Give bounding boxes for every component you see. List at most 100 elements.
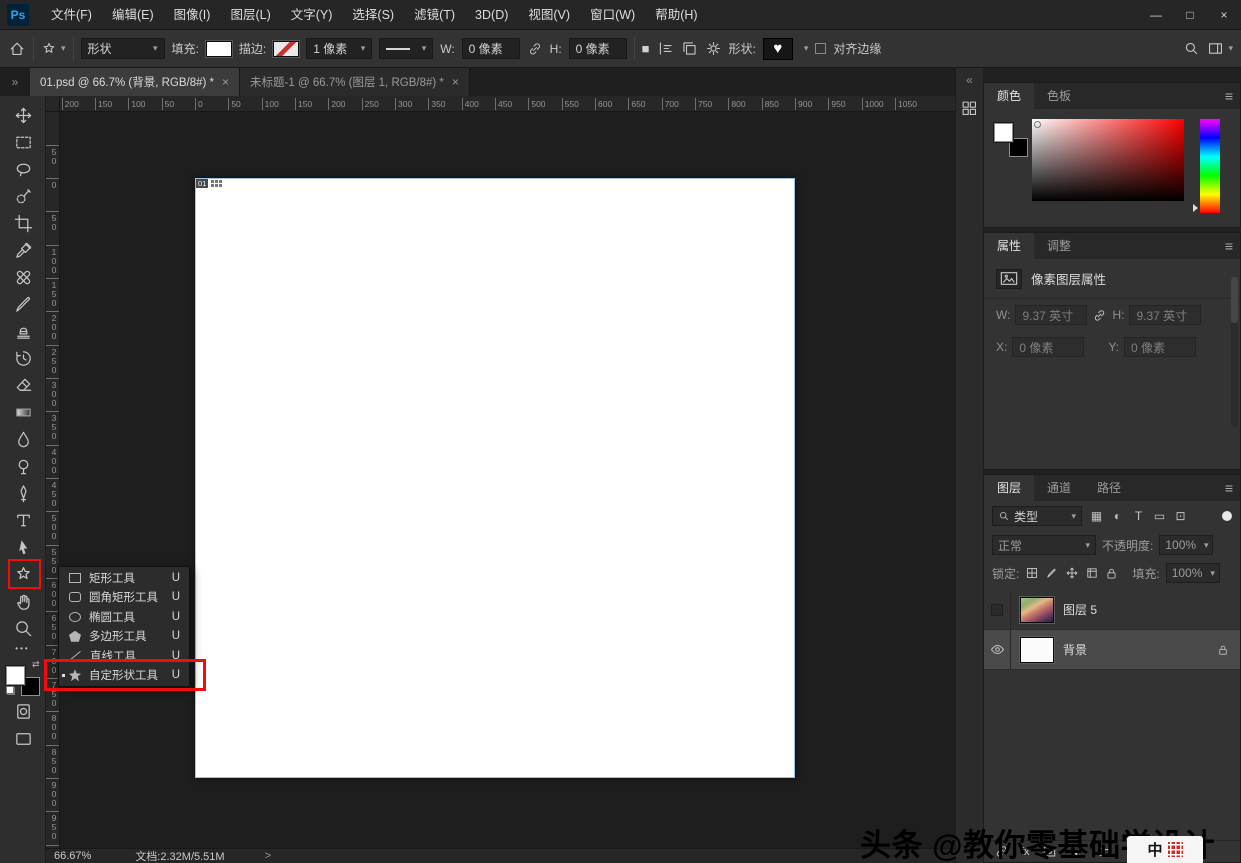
type-tool[interactable] [0, 507, 46, 534]
quick-mask-mode-button[interactable] [0, 698, 46, 725]
flyout-item-rect-tool[interactable]: 矩形工具 U [59, 568, 189, 588]
stroke-color-swatch[interactable] [272, 39, 301, 58]
filter-type-layers-icon[interactable]: T [1130, 509, 1147, 523]
layer-row-0[interactable]: 图层 5 [984, 590, 1240, 630]
prop-y-value[interactable]: 0 像素 [1124, 337, 1197, 357]
quick-selection-tool[interactable] [0, 183, 46, 210]
properties-panel-tab-0[interactable]: 属性 [984, 233, 1035, 259]
menubar-item-10[interactable]: 帮助(H) [645, 0, 707, 30]
layers-panel-tab-0[interactable]: 图层 [984, 475, 1035, 501]
close-button[interactable]: × [1207, 0, 1241, 30]
minimize-button[interactable]: — [1139, 0, 1173, 30]
shape-settings-gear-icon[interactable] [705, 40, 722, 57]
properties-scrollbar[interactable] [1231, 277, 1238, 427]
foreground-color-swatch[interactable] [994, 123, 1013, 142]
canvas-area[interactable]: 200 150 100 50 0 50 100 150 200 250 300 350 400 450 50… [46, 96, 955, 848]
fill-opacity-select[interactable]: 100% ▾ [1165, 563, 1220, 583]
layer-row-1[interactable]: 背景 [984, 630, 1240, 670]
path-selection-tool[interactable] [0, 534, 46, 561]
path-arrangement-icon[interactable] [681, 40, 698, 57]
brush-tool[interactable] [0, 291, 46, 318]
tool-mode-select[interactable]: 形状 ▾ [80, 38, 165, 59]
menubar-item-6[interactable]: 滤镜(T) [404, 0, 465, 30]
default-colors-icon[interactable] [5, 686, 15, 695]
properties-panel-tab-1[interactable]: 调整 [1034, 233, 1084, 259]
panels-collapse-chevron[interactable]: « [956, 68, 983, 92]
layer-filter-type-select[interactable]: 类型 ▾ [992, 506, 1082, 526]
document-tab-1[interactable]: 未标题-1 @ 66.7% (图层 1, RGB/8#) * × [240, 68, 470, 96]
blur-tool[interactable] [0, 426, 46, 453]
shape-picker-caret-icon[interactable]: ▾ [804, 43, 809, 54]
lasso-tool[interactable] [0, 156, 46, 183]
link-dimensions-icon[interactable] [527, 41, 543, 57]
lock-all-icon[interactable] [1105, 567, 1118, 580]
color-swatches-widget[interactable]: ⇄ [5, 660, 40, 696]
zoom-tool[interactable] [0, 615, 46, 642]
eraser-tool[interactable] [0, 372, 46, 399]
home-icon[interactable] [8, 40, 26, 58]
screen-mode-button[interactable] [0, 725, 46, 752]
hue-slider[interactable] [1200, 119, 1220, 213]
blend-mode-select[interactable]: 正常 ▾ [992, 535, 1096, 555]
filter-smart-objects-icon[interactable]: ⊡ [1172, 509, 1189, 523]
tool-preset-picker[interactable]: ▾ [41, 41, 66, 57]
document-canvas[interactable] [195, 178, 795, 778]
maximize-button[interactable]: □ [1173, 0, 1207, 30]
menubar-item-0[interactable]: 文件(F) [41, 0, 102, 30]
custom-shape-preview[interactable]: ♥ [762, 37, 793, 60]
layer-visibility-toggle[interactable] [984, 590, 1011, 629]
swap-colors-icon[interactable]: ⇄ [32, 660, 40, 669]
menubar-item-9[interactable]: 窗口(W) [580, 0, 645, 30]
filter-shape-layers-icon[interactable]: ▭ [1151, 509, 1168, 523]
flyout-item-ellipse-tool[interactable]: 椭圆工具 U [59, 607, 189, 627]
pen-tool[interactable] [0, 480, 46, 507]
color-panel-tab-0[interactable]: 颜色 [984, 83, 1035, 109]
panel-menu-icon[interactable]: ≡ [1225, 233, 1233, 259]
layer-visibility-eye-icon[interactable] [984, 630, 1011, 669]
link-dimensions-icon[interactable] [1092, 308, 1107, 323]
panel-menu-icon[interactable]: ≡ [1225, 475, 1233, 501]
spot-healing-brush-tool[interactable] [0, 264, 46, 291]
hue-slider-marker[interactable] [1193, 204, 1198, 212]
dodge-tool[interactable] [0, 453, 46, 480]
lock-image-pixels-icon[interactable] [1045, 566, 1059, 580]
clone-stamp-tool[interactable] [0, 318, 46, 345]
menubar-item-2[interactable]: 图像(I) [164, 0, 221, 30]
prop-x-value[interactable]: 0 像素 [1012, 337, 1085, 357]
color-picker-marker[interactable] [1034, 121, 1041, 128]
menubar-item-1[interactable]: 编辑(E) [102, 0, 164, 30]
workspace-switcher-icon[interactable]: ▾ [1207, 40, 1233, 57]
tab-close-button[interactable]: × [222, 75, 229, 89]
path-operations-icon[interactable]: ■ [642, 41, 650, 56]
search-icon[interactable] [1183, 40, 1200, 57]
lock-position-icon[interactable] [1065, 566, 1079, 580]
saturation-brightness-field[interactable] [1032, 119, 1184, 201]
tab-close-button[interactable]: × [452, 75, 459, 89]
rectangular-marquee-tool[interactable] [0, 129, 46, 156]
scrollbar-thumb[interactable] [1231, 277, 1238, 323]
menubar-item-8[interactable]: 视图(V) [518, 0, 580, 30]
color-panel-tab-1[interactable]: 色板 [1034, 83, 1084, 109]
toolbar-expand-chevron[interactable]: » [0, 68, 30, 96]
stroke-width-select[interactable]: 1 像素 ▾ [306, 38, 373, 59]
menubar-item-5[interactable]: 选择(S) [342, 0, 404, 30]
stroke-style-select[interactable]: ▾ [379, 38, 434, 59]
crop-tool[interactable] [0, 210, 46, 237]
status-chevron-icon[interactable]: > [265, 850, 271, 862]
flyout-item-rounded-rect-tool[interactable]: 圆角矩形工具 U [59, 588, 189, 608]
path-alignment-icon[interactable] [657, 40, 674, 57]
color-panel-swatches[interactable] [994, 123, 1028, 157]
panel-menu-icon[interactable]: ≡ [1225, 83, 1233, 109]
move-tool[interactable] [0, 102, 46, 129]
opacity-select[interactable]: 100% ▾ [1159, 535, 1214, 555]
menubar-item-7[interactable]: 3D(D) [465, 0, 518, 30]
flyout-item-polygon-tool[interactable]: 多边形工具 U [59, 627, 189, 647]
fill-color-swatch[interactable] [204, 39, 233, 58]
layer-filter-toggle[interactable] [1222, 511, 1232, 521]
eyedropper-tool[interactable] [0, 237, 46, 264]
menubar-item-4[interactable]: 文字(Y) [281, 0, 343, 30]
edit-toolbar-ellipsis-icon[interactable]: ••• [0, 642, 45, 656]
shape-height-input[interactable]: 0 像素 [568, 38, 627, 59]
gradient-tool[interactable] [0, 399, 46, 426]
history-brush-tool[interactable] [0, 345, 46, 372]
